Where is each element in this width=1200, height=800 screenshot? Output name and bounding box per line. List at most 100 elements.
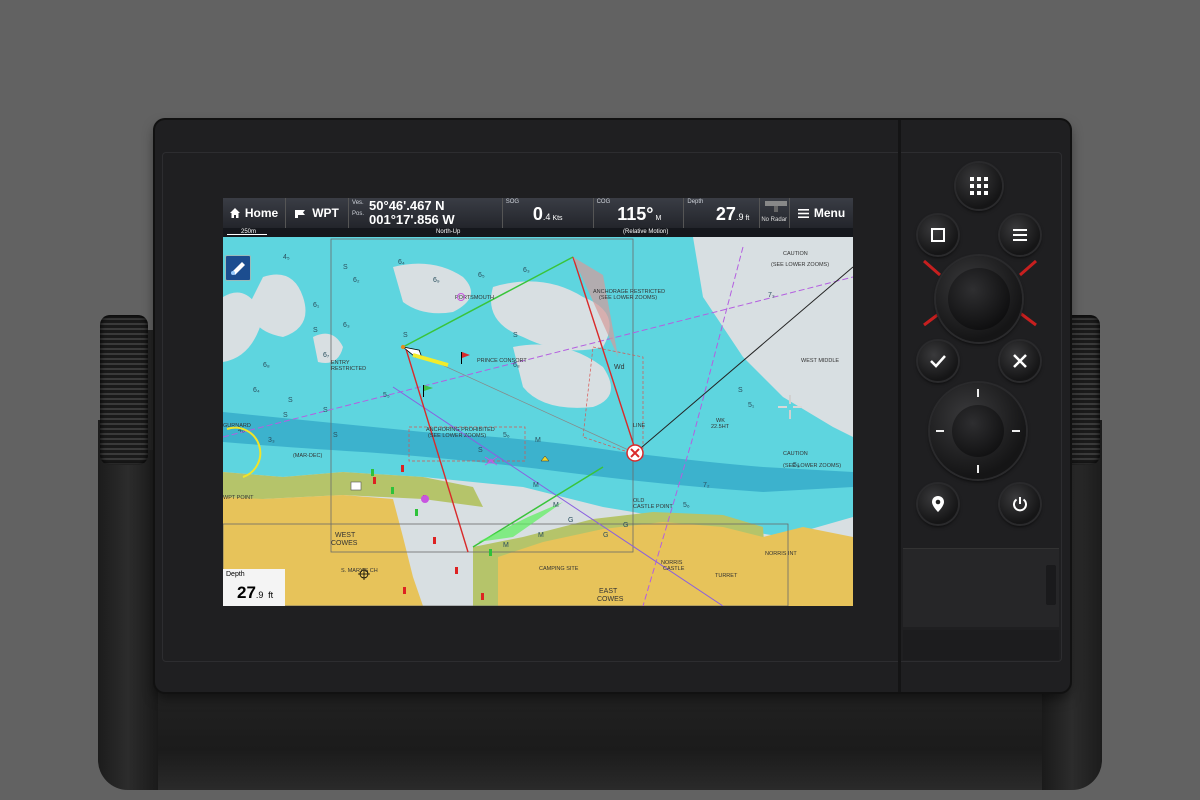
svg-text:G: G xyxy=(603,532,608,539)
back-button[interactable] xyxy=(1000,341,1040,381)
svg-text:7₂: 7₂ xyxy=(703,482,710,489)
svg-text:6₇: 6₇ xyxy=(323,352,330,359)
rotary-knob-cap xyxy=(948,268,1010,330)
mount-knob-left[interactable] xyxy=(100,315,148,465)
dpad-ticks xyxy=(936,389,1020,473)
svg-text:G: G xyxy=(623,522,628,529)
motion-label: (Relative Motion) xyxy=(623,229,669,235)
cog-value-group: 115° M xyxy=(617,204,661,225)
svg-text:S: S xyxy=(288,397,293,404)
mount-arm-left xyxy=(98,420,158,790)
svg-text:S: S xyxy=(513,332,518,339)
cog-label: COG xyxy=(596,199,611,205)
svg-text:6₈: 6₈ xyxy=(263,362,270,369)
menu-hardware-button[interactable] xyxy=(1000,215,1040,255)
wpt-label: WPT xyxy=(312,206,339,220)
label-caution-1: CAUTION xyxy=(783,251,808,257)
label-cowes-east: COWES xyxy=(597,596,624,603)
svg-text:7₃: 7₃ xyxy=(768,292,775,299)
svg-text:M: M xyxy=(553,502,559,509)
keypad-base xyxy=(903,630,1059,660)
power-icon xyxy=(1013,497,1027,512)
svg-text:M: M xyxy=(538,532,544,539)
label-cowes-west: COWES xyxy=(331,540,358,547)
radar-status[interactable]: No Radar xyxy=(760,198,791,228)
vessel-centre-icon xyxy=(231,262,245,275)
wpt-button[interactable]: WPT xyxy=(286,198,350,228)
label-turret: TURRET xyxy=(715,573,738,579)
label-see-lower-4: (SEE LOWER ZOOMS) xyxy=(783,463,841,469)
svg-text:S: S xyxy=(333,432,338,439)
card-slot-door[interactable] xyxy=(903,548,1059,627)
svg-text:6₃: 6₃ xyxy=(343,322,350,329)
svg-text:S: S xyxy=(343,264,348,271)
label-mar-dec: (MAR-DEC) xyxy=(293,453,322,459)
sog-cell[interactable]: SOG 0.4 Kts xyxy=(503,198,594,228)
sog-label: SOG xyxy=(505,199,520,205)
svg-text:S: S xyxy=(323,407,328,414)
mount-bracket xyxy=(98,690,1102,790)
svg-text:M: M xyxy=(503,542,509,549)
label-castle-point: CASTLE POINT xyxy=(633,504,673,510)
sog-unit: Kts xyxy=(552,215,563,222)
svg-text:S: S xyxy=(313,327,318,334)
label-see-lower-1: (SEE LOWER ZOOMS) xyxy=(599,295,657,301)
menu-button[interactable]: Menu xyxy=(790,198,853,228)
svg-text:4₅: 4₅ xyxy=(283,254,290,261)
nautical-chart[interactable]: S6₂6₄ 6₉6₅6₃ 6₃S4₅ 6₁S6₇ 6₈6₄S SSS 6₈S5₆… xyxy=(223,237,853,606)
vessel-centre-button[interactable] xyxy=(225,255,251,281)
target-waypoint-icon[interactable] xyxy=(626,444,644,462)
svg-text:5₆: 5₆ xyxy=(503,432,510,439)
home-grid-button[interactable] xyxy=(956,163,1002,209)
label-prince-consort: PRINCE CONSORT xyxy=(477,358,527,364)
svg-text:5₅: 5₅ xyxy=(383,392,390,399)
vessel-label: Ves. xyxy=(352,200,364,206)
display-screen: Home WPT Ves. Pos. 50°46'.467 N 001°17'.… xyxy=(223,198,853,606)
label-see-lower-2: (SEE LOWER ZOOMS) xyxy=(428,433,486,439)
card-slot-latch[interactable] xyxy=(1046,565,1056,605)
svg-text:S: S xyxy=(738,387,743,394)
label-line: LINE xyxy=(633,423,646,429)
chart-status-bar: 250m North-Up (Relative Motion) xyxy=(223,228,853,237)
svg-text:S: S xyxy=(403,332,408,339)
scale-bar xyxy=(227,234,267,235)
rotary-control-knob[interactable] xyxy=(936,256,1022,342)
close-icon xyxy=(1013,354,1027,368)
longitude-value: 001°17'.856 W xyxy=(369,212,455,227)
sog-value: 0 xyxy=(532,204,543,224)
ss-marker xyxy=(350,481,362,491)
depth-overlay[interactable]: Depth 27.9 ft xyxy=(223,569,285,606)
depth-decimal: .9 xyxy=(735,212,744,222)
cog-unit: M xyxy=(655,215,662,222)
location-pin-icon xyxy=(932,496,944,512)
label-west: WEST xyxy=(335,532,356,539)
pane-switch-button[interactable] xyxy=(918,215,958,255)
position-cell[interactable]: Ves. Pos. 50°46'.467 N 001°17'.856 W xyxy=(349,198,503,228)
home-button[interactable]: Home xyxy=(223,198,287,228)
svg-text:6₃: 6₃ xyxy=(523,267,530,274)
svg-text:6₁: 6₁ xyxy=(313,302,320,309)
waypoint-button[interactable] xyxy=(918,484,958,524)
svg-text:S: S xyxy=(283,412,288,419)
depth-overlay-decimal: .9 xyxy=(255,590,264,600)
radar-label: No Radar xyxy=(761,217,788,223)
label-norris-int: NORRIS INT xyxy=(765,551,797,557)
menu-icon xyxy=(1013,229,1027,241)
svg-text:M: M xyxy=(533,482,539,489)
ok-button[interactable] xyxy=(918,341,958,381)
waypoint-icon xyxy=(295,210,306,218)
cog-cell[interactable]: COG 115° M xyxy=(594,198,685,228)
power-button[interactable] xyxy=(1000,484,1040,524)
label-wpt-point: WPT POINT xyxy=(223,495,254,501)
svg-text:6₂: 6₂ xyxy=(353,277,360,284)
directional-pad[interactable] xyxy=(930,383,1026,479)
depth-overlay-value: 27 xyxy=(237,583,256,602)
depth-overlay-label: Depth xyxy=(226,571,245,578)
depth-cell[interactable]: Depth 27.9 ft xyxy=(684,198,761,228)
sog-decimal: .4 xyxy=(542,212,551,222)
svg-text:G: G xyxy=(568,517,573,524)
label-wd: Wd xyxy=(614,364,625,371)
checkmark-icon xyxy=(930,355,946,368)
svg-text:5₁: 5₁ xyxy=(748,402,755,409)
position-label: Pos. xyxy=(352,211,365,217)
